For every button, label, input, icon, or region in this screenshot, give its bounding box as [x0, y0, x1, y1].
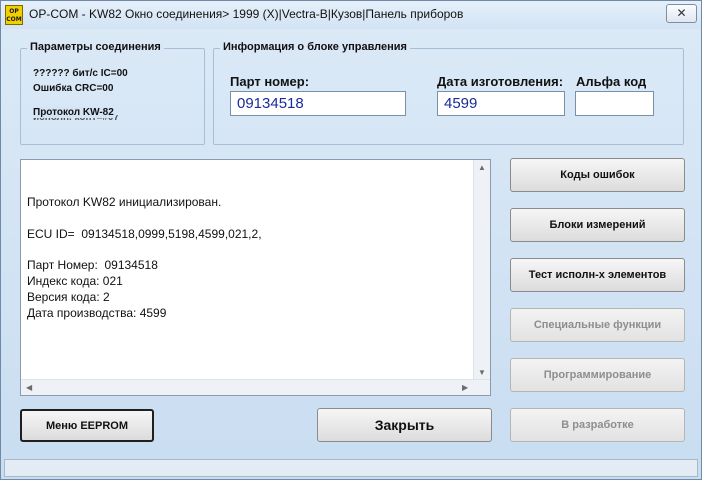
status-bar: [4, 459, 698, 477]
measurement-blocks-button[interactable]: Блоки измерений: [510, 208, 685, 242]
actuator-test-button[interactable]: Тест исполн-х элементов: [510, 258, 685, 292]
scroll-down-icon[interactable]: ▼: [478, 368, 486, 377]
part-number-label: Парт номер:: [230, 74, 310, 89]
alpha-code-label: Альфа код: [576, 74, 647, 89]
special-functions-button[interactable]: Специальные функции: [510, 308, 685, 342]
scroll-right-icon[interactable]: ▶: [462, 383, 468, 392]
vertical-scrollbar[interactable]: ▲ ▼: [473, 160, 490, 380]
part-number-field[interactable]: 09134518: [230, 91, 406, 116]
output-log-text: Протокол KW82 инициализирован. ECU ID= 0…: [27, 195, 262, 320]
connection-params-title: Параметры соединения: [27, 41, 164, 53]
connection-baud: ?????? бит/с IC=00: [33, 68, 128, 79]
alpha-code-field[interactable]: [575, 91, 654, 116]
horizontal-scrollbar[interactable]: ◀ ▶: [21, 379, 490, 395]
error-codes-button[interactable]: Коды ошибок: [510, 158, 685, 192]
manufacture-date-field[interactable]: 4599: [437, 91, 565, 116]
connection-params-group: Параметры соединения ?????? бит/с IC=00 …: [20, 41, 205, 145]
scroll-left-icon[interactable]: ◀: [26, 383, 32, 392]
scroll-up-icon[interactable]: ▲: [478, 163, 486, 172]
window-title: OP-COM - KW82 Окно соединения> 1999 (X)|…: [29, 7, 464, 21]
in-development-button[interactable]: В разработке: [510, 408, 685, 442]
output-log[interactable]: Протокол KW82 инициализирован. ECU ID= 0…: [20, 159, 491, 396]
close-button[interactable]: Закрыть: [317, 408, 492, 442]
connection-protocol: Протокол KW-82: [33, 107, 114, 118]
ecu-info-title: Информация о блоке управления: [220, 41, 410, 53]
app-icon: OP COM: [5, 5, 23, 25]
eeprom-menu-button[interactable]: Меню EEPROM: [20, 409, 154, 442]
ecu-info-group: Информация о блоке управления Парт номер…: [213, 41, 684, 145]
main-window: OP COM OP-COM - KW82 Окно соединения> 19…: [0, 0, 702, 480]
close-window-button[interactable]: ✕: [666, 4, 697, 23]
title-bar[interactable]: OP COM OP-COM - KW82 Окно соединения> 19…: [1, 1, 701, 29]
manufacture-date-label: Дата изготовления:: [437, 74, 564, 89]
connection-crc: Ошибка CRC=00: [33, 83, 114, 94]
programming-button[interactable]: Программирование: [510, 358, 685, 392]
